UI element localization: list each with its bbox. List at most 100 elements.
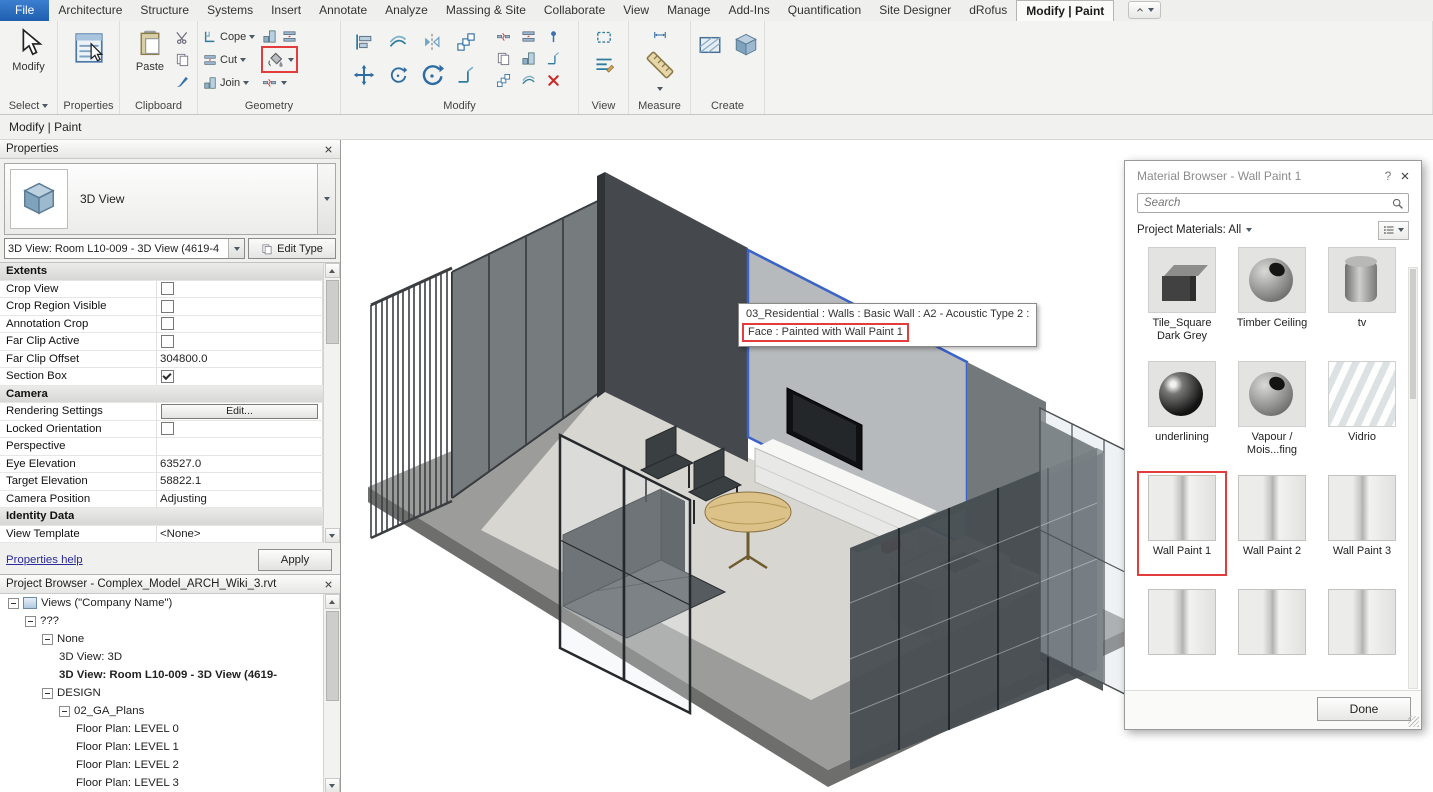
unpin-button[interactable]	[520, 72, 537, 89]
mirror-axis-button[interactable]	[421, 31, 443, 53]
material-tile[interactable]: tv	[1319, 245, 1405, 346]
material-tile[interactable]: Wall Paint 2	[1229, 473, 1315, 574]
materials-filter-label[interactable]: Project Materials: All	[1137, 224, 1241, 236]
tree-expander-icon[interactable]	[42, 688, 53, 699]
ribbon-tab[interactable]: Structure	[131, 0, 198, 21]
modify-button[interactable]: Modify	[5, 25, 53, 73]
property-value[interactable]: <None>	[160, 528, 201, 540]
file-tab[interactable]: File	[0, 0, 49, 21]
move-button[interactable]	[352, 63, 376, 87]
type-selector-dropdown[interactable]	[317, 164, 335, 234]
panel-label-view[interactable]: View	[579, 98, 628, 113]
tree-item[interactable]: Views ("Company Name")	[0, 594, 323, 612]
ribbon-tab[interactable]: View	[614, 0, 658, 21]
material-search-input[interactable]	[1137, 193, 1409, 213]
tree-expander-icon[interactable]	[8, 598, 19, 609]
property-value-cell[interactable]: 63527.0	[157, 456, 323, 473]
ribbon-tab[interactable]: Annotate	[310, 0, 376, 21]
copy-to-clipboard-button[interactable]	[174, 51, 191, 68]
material-tile[interactable]: Wall Paint 1	[1139, 473, 1225, 574]
material-tile[interactable]: Tile_Square Dark Grey	[1139, 245, 1225, 346]
scroll-down-icon[interactable]	[325, 778, 340, 792]
property-value-cell[interactable]	[157, 368, 323, 385]
ribbon-tab[interactable]: Collaborate	[535, 0, 614, 21]
scroll-up-icon[interactable]	[325, 263, 340, 278]
tree-item[interactable]: Floor Plan: LEVEL 3	[0, 774, 323, 792]
material-tile[interactable]: Vapour / Mois...fing	[1229, 359, 1315, 460]
tree-item[interactable]: None	[0, 630, 323, 648]
panel-label-geometry[interactable]: Geometry	[198, 98, 340, 113]
property-edit-button[interactable]: Edit...	[161, 404, 318, 419]
scroll-down-icon[interactable]	[325, 528, 340, 543]
view-selector-dropdown[interactable]	[228, 239, 244, 258]
property-checkbox[interactable]	[161, 317, 174, 330]
tree-item[interactable]: 02_GA_Plans	[0, 702, 323, 720]
project-browser-scrollbar[interactable]	[323, 594, 340, 792]
scroll-thumb[interactable]	[1410, 269, 1416, 399]
tree-expander-icon[interactable]	[25, 616, 36, 627]
tree-item[interactable]: Floor Plan: LEVEL 1	[0, 738, 323, 756]
property-value-cell[interactable]	[157, 281, 323, 298]
panel-label-create[interactable]: Create	[691, 98, 764, 113]
properties-help-link[interactable]: Properties help	[6, 554, 83, 566]
dialog-close-icon[interactable]	[1397, 169, 1413, 183]
material-tile[interactable]: Wall Paint 3	[1319, 473, 1405, 574]
paint-button[interactable]	[265, 49, 286, 70]
trim-corner-button[interactable]	[545, 50, 562, 67]
tree-item[interactable]: Floor Plan: LEVEL 2	[0, 756, 323, 774]
delete-button[interactable]	[545, 72, 562, 89]
scale-button[interactable]	[495, 72, 512, 89]
property-checkbox[interactable]	[161, 282, 174, 295]
property-value-cell[interactable]	[157, 421, 323, 438]
demolish-button[interactable]	[261, 74, 278, 91]
drawing-area[interactable]: 03_Residential : Walls : Basic Wall : A2…	[341, 140, 1433, 792]
material-tile[interactable]	[1139, 587, 1225, 673]
property-value[interactable]: 58822.1	[160, 475, 201, 487]
tree-item[interactable]: DESIGN	[0, 684, 323, 702]
property-value-cell[interactable]: 58822.1	[157, 473, 323, 490]
ribbon-tab[interactable]: dRofus	[960, 0, 1016, 21]
properties-toggle-button[interactable]	[65, 25, 113, 68]
apply-button[interactable]: Apply	[258, 549, 332, 571]
match-type-button[interactable]	[174, 73, 191, 90]
tree-item[interactable]: Floor Plan: LEVEL 0	[0, 720, 323, 738]
ribbon-tab[interactable]: Quantification	[779, 0, 870, 21]
create-similar-button[interactable]	[732, 31, 760, 59]
tree-item[interactable]: ???	[0, 612, 323, 630]
scroll-thumb[interactable]	[326, 280, 339, 344]
ribbon-tab[interactable]: Modify | Paint	[1016, 0, 1114, 21]
panel-label-select[interactable]: Select	[0, 98, 57, 113]
done-button[interactable]: Done	[1317, 697, 1411, 721]
cope-button[interactable]: Cope	[198, 25, 255, 48]
join-geometry-button[interactable]: Join	[198, 71, 255, 94]
property-checkbox[interactable]	[161, 335, 174, 348]
property-value[interactable]: Adjusting	[160, 493, 207, 505]
ribbon-tab[interactable]: Analyze	[376, 0, 437, 21]
material-browser-title-bar[interactable]: Material Browser - Wall Paint 1 ?	[1125, 161, 1421, 191]
aligned-dimension-button[interactable]	[650, 27, 670, 43]
material-tile[interactable]: Timber Ceiling	[1229, 245, 1315, 346]
ribbon-tab[interactable]: Architecture	[49, 0, 131, 21]
property-value-cell[interactable]	[157, 298, 323, 315]
material-tile[interactable]	[1229, 587, 1315, 673]
panel-label-properties[interactable]: Properties	[58, 98, 119, 113]
ribbon-tab[interactable]: Site Designer	[870, 0, 960, 21]
split-element-button[interactable]	[495, 28, 512, 45]
measure-dropdown-caret[interactable]	[657, 87, 663, 91]
type-selector[interactable]: 3D View	[4, 163, 336, 235]
help-button[interactable]: ?	[1379, 169, 1397, 183]
paste-button[interactable]: Paste	[126, 25, 174, 90]
ribbon-tab[interactable]: Add-Ins	[719, 0, 778, 21]
view-selector-combo[interactable]: 3D View: Room L10-009 - 3D View (4619-4	[4, 238, 245, 259]
ribbon-tab[interactable]: Insert	[262, 0, 310, 21]
properties-close-icon[interactable]	[320, 142, 336, 156]
hide-category-button[interactable]	[593, 27, 615, 47]
tree-expander-icon[interactable]	[59, 706, 70, 717]
property-value-cell[interactable]	[157, 438, 323, 455]
copy-button[interactable]	[495, 50, 512, 67]
create-group-button[interactable]	[696, 31, 724, 59]
property-value-cell[interactable]: Adjusting	[157, 491, 323, 508]
property-checkbox[interactable]	[161, 300, 174, 313]
override-graphics-button[interactable]	[592, 53, 616, 77]
property-checkbox[interactable]	[161, 422, 174, 435]
